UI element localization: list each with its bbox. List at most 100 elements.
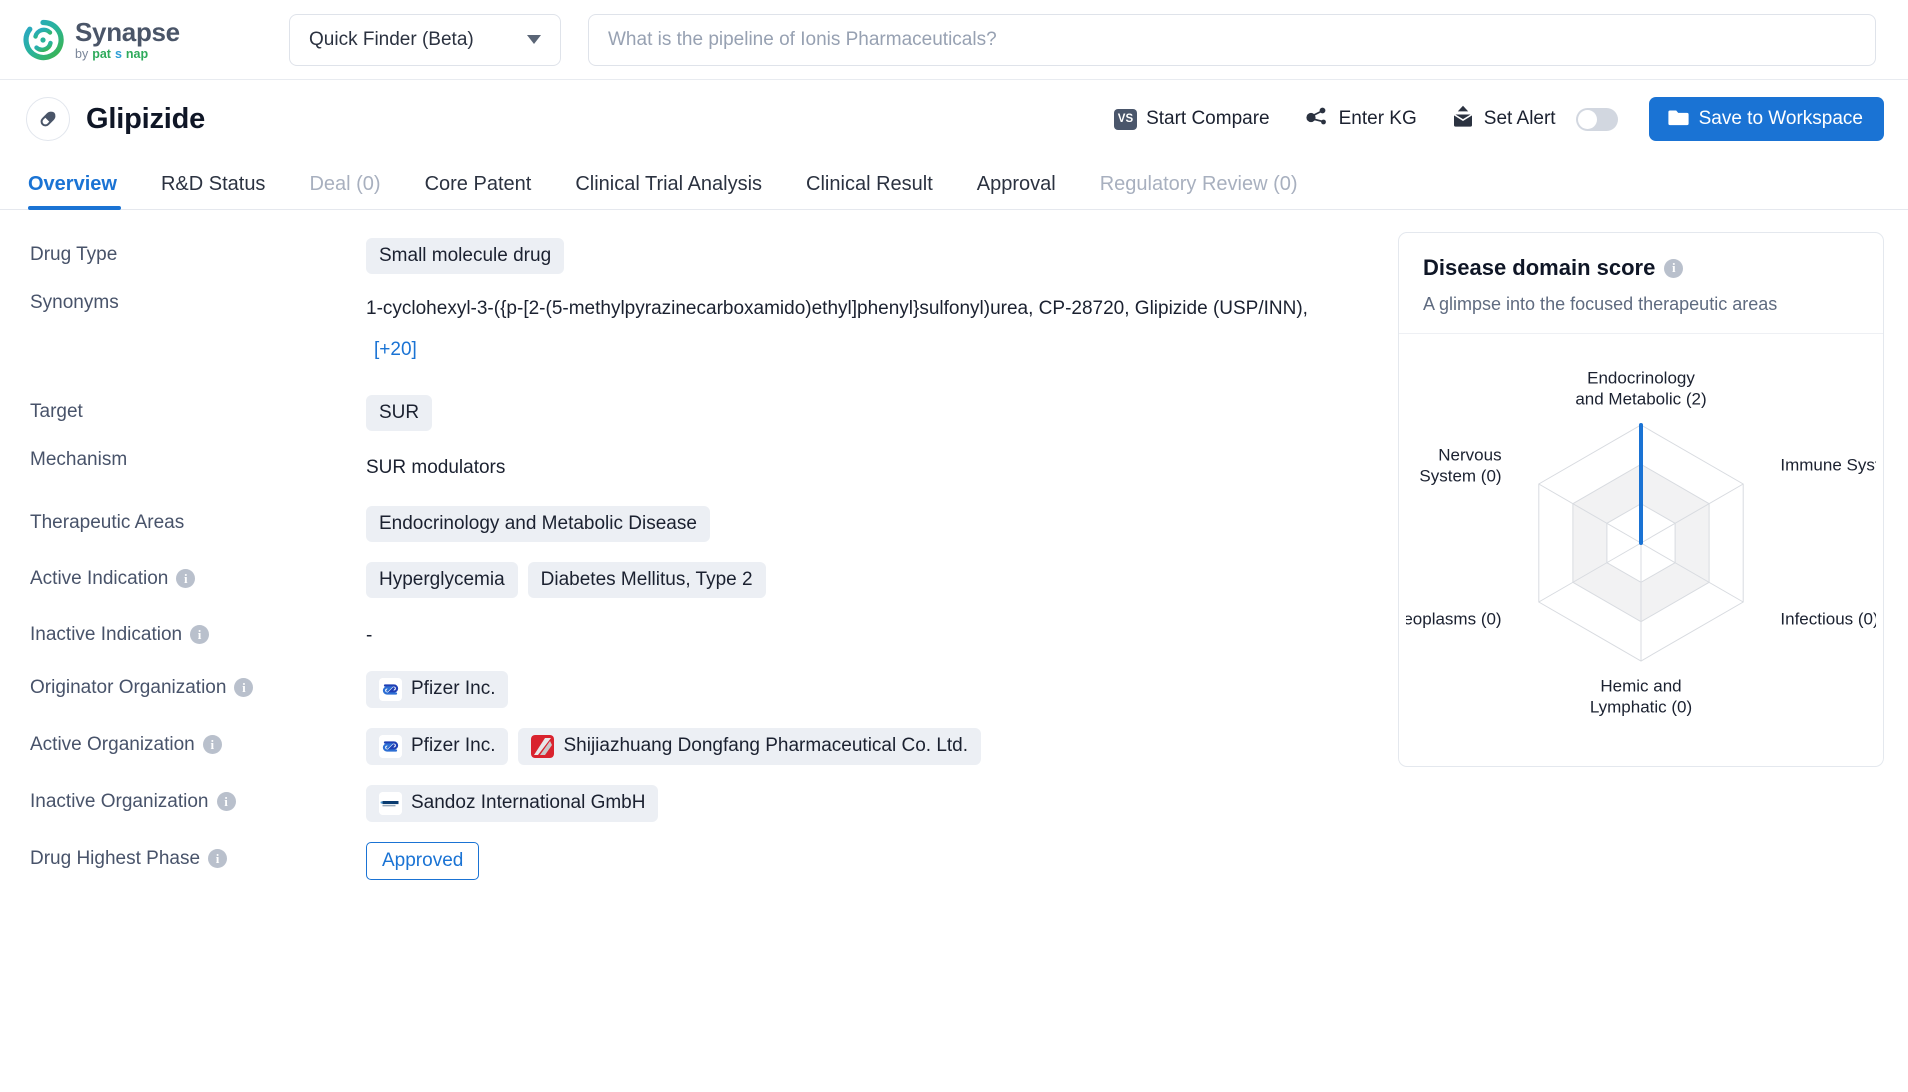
active-org-chip[interactable]: Shijiazhuang Dongfang Pharmaceutical Co.…	[518, 727, 982, 765]
tab-rd-status[interactable]: R&D Status	[139, 173, 287, 209]
sandoz-logo-icon	[379, 791, 402, 815]
folder-icon	[1667, 107, 1689, 132]
svg-text:Infectious (0): Infectious (0)	[1780, 609, 1876, 628]
main-content: Drug Type Small molecule drug Synonyms 1…	[0, 210, 1908, 890]
field-label: Active Indication i	[30, 560, 366, 590]
alert-bell-icon	[1451, 105, 1475, 133]
save-to-workspace-button[interactable]: Save to Workspace	[1648, 97, 1884, 141]
info-icon[interactable]: i	[190, 625, 210, 645]
start-compare-label: Start Compare	[1146, 108, 1270, 129]
enter-kg-button[interactable]: Enter KG	[1304, 105, 1417, 134]
info-icon[interactable]: i	[1664, 258, 1684, 278]
target-chip[interactable]: SUR	[366, 394, 433, 431]
tab-overview[interactable]: Overview	[24, 173, 139, 210]
field-value: Approved	[366, 840, 1372, 880]
info-icon[interactable]: i	[216, 792, 236, 812]
tab-regulatory-review[interactable]: Regulatory Review (0)	[1078, 173, 1320, 209]
svg-text:Immune System (0): Immune System (0)	[1780, 455, 1876, 474]
field-active-organization: Active Organization i Pfizer Inc. Shijia…	[30, 726, 1372, 765]
tab-approval[interactable]: Approval	[955, 173, 1078, 209]
info-icon[interactable]: i	[208, 849, 228, 869]
field-value: SUR modulators	[366, 441, 1372, 486]
brand-s: s	[114, 46, 122, 61]
tab-core-patent[interactable]: Core Patent	[403, 173, 554, 209]
field-label: Active Organization i	[30, 726, 366, 756]
tab-clinical-trial-analysis[interactable]: Clinical Trial Analysis	[553, 173, 784, 209]
brand-logo[interactable]: Synapse by pat s nap	[22, 19, 258, 61]
field-label-text: Active Organization	[30, 733, 195, 755]
brand-name: Synapse	[75, 16, 180, 47]
set-alert-toggle[interactable]	[1575, 107, 1618, 131]
info-icon[interactable]: i	[202, 735, 222, 755]
svg-text:System (0): System (0)	[1419, 466, 1501, 485]
field-synonyms: Synonyms 1-cyclohexyl-3-({p-[2-(5-methyl…	[30, 284, 1372, 371]
chevron-down-icon	[527, 35, 541, 44]
tab-deal[interactable]: Deal (0)	[287, 173, 402, 209]
field-inactive-indication: Inactive Indication i -	[30, 616, 1372, 647]
active-indication-chip[interactable]: Diabetes Mellitus, Type 2	[527, 561, 766, 598]
originator-org-label: Pfizer Inc.	[411, 678, 496, 700]
pfizer-logo-icon	[379, 677, 402, 701]
card-header: Disease domain score i A glimpse into th…	[1399, 233, 1883, 334]
inactive-indication-value: -	[366, 624, 373, 646]
search-box[interactable]	[588, 13, 1876, 66]
field-label: Target	[30, 400, 83, 422]
field-inactive-organization: Inactive Organization i Sandoz Internati…	[30, 783, 1372, 822]
field-label: Inactive Indication i	[30, 616, 366, 646]
field-label-text: Drug Highest Phase	[30, 847, 201, 869]
pill-icon	[26, 97, 70, 141]
field-value: 1-cyclohexyl-3-({p-[2-(5-methylpyrazinec…	[366, 284, 1372, 371]
set-alert-label: Set Alert	[1483, 108, 1556, 129]
mechanism-value: SUR modulators	[366, 456, 506, 478]
versus-icon: VS	[1114, 108, 1138, 130]
drug-title-bar: Glipizide VS Start Compare Enter KG Set …	[0, 80, 1908, 158]
inactive-org-chip[interactable]: Sandoz International GmbH	[366, 784, 659, 822]
inactive-org-label: Sandoz International GmbH	[411, 792, 646, 814]
field-originator-organization: Originator Organization i Pfizer Inc.	[30, 669, 1372, 708]
brand-tagline: by pat s nap	[75, 48, 180, 61]
shijiazhuang-dongfang-logo-icon	[531, 734, 555, 758]
tab-clinical-result[interactable]: Clinical Result	[784, 173, 955, 209]
card-title-text: Disease domain score	[1423, 255, 1656, 280]
set-alert-control[interactable]: Set Alert	[1451, 105, 1618, 133]
field-label: Drug Type	[30, 244, 118, 265]
field-label-text: Inactive Indication	[30, 623, 183, 645]
info-icon[interactable]: i	[234, 678, 254, 698]
synonyms-more-link[interactable]: [+20]	[374, 339, 417, 360]
save-to-workspace-label: Save to Workspace	[1698, 108, 1863, 129]
field-label: Synonyms	[30, 292, 119, 313]
svg-text:and Metabolic (2): and Metabolic (2)	[1575, 389, 1706, 408]
active-org-chip[interactable]: Pfizer Inc.	[366, 727, 509, 765]
originator-org-chip[interactable]: Pfizer Inc.	[366, 670, 509, 708]
synapse-logo-icon	[22, 19, 64, 61]
field-label: Originator Organization i	[30, 669, 366, 699]
info-icon[interactable]: i	[176, 569, 196, 589]
synonyms-text: 1-cyclohexyl-3-({p-[2-(5-methylpyrazinec…	[366, 298, 1308, 319]
field-drug-type: Drug Type Small molecule drug	[30, 236, 1372, 274]
active-org-label: Shijiazhuang Dongfang Pharmaceutical Co.…	[563, 735, 969, 757]
brand-by: by	[75, 46, 89, 61]
field-drug-highest-phase: Drug Highest Phase i Approved	[30, 840, 1372, 880]
svg-text:Lymphatic (0): Lymphatic (0)	[1590, 697, 1692, 716]
disease-domain-score-card: Disease domain score i A glimpse into th…	[1398, 232, 1884, 767]
field-target: Target SUR	[30, 393, 1372, 431]
field-label: Drug Highest Phase i	[30, 840, 366, 870]
field-therapeutic-areas: Therapeutic Areas Endocrinology and Meta…	[30, 504, 1372, 542]
brand-nap: nap	[125, 46, 149, 61]
field-value: SUR	[366, 393, 1372, 431]
search-input[interactable]	[608, 28, 1856, 51]
quick-finder-dropdown[interactable]: Quick Finder (Beta)	[289, 13, 561, 66]
field-label-text: Originator Organization	[30, 676, 227, 698]
card-title: Disease domain score i	[1423, 255, 1859, 281]
therapeutic-area-chip[interactable]: Endocrinology and Metabolic Disease	[366, 505, 710, 542]
knowledge-graph-icon	[1304, 105, 1330, 134]
svg-text:Hemic and: Hemic and	[1600, 676, 1681, 695]
svg-text:Nervous: Nervous	[1438, 445, 1501, 464]
drug-highest-phase-chip[interactable]: Approved	[366, 841, 480, 880]
field-value: Sandoz International GmbH	[366, 783, 1372, 822]
field-label: Inactive Organization i	[30, 783, 366, 813]
start-compare-button[interactable]: VS Start Compare	[1114, 108, 1270, 130]
active-indication-chip[interactable]: Hyperglycemia	[366, 561, 518, 598]
drug-type-chip[interactable]: Small molecule drug	[366, 238, 565, 274]
field-value: Hyperglycemia Diabetes Mellitus, Type 2	[366, 560, 1372, 598]
